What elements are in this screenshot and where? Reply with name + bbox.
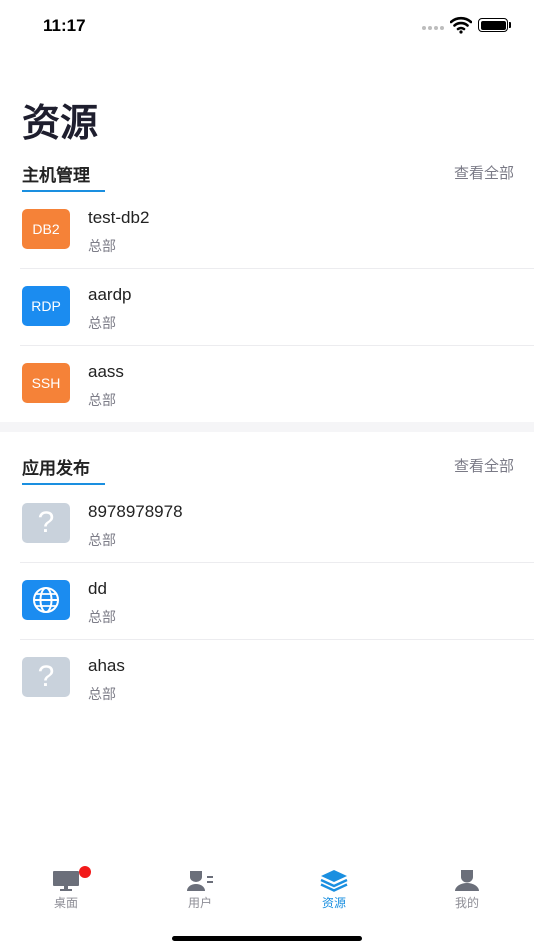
globe-icon (22, 580, 70, 620)
apps-list: ? 8978978978 总部 dd 总部 ? ahas 总部 (0, 486, 534, 716)
apps-section-header: 应用发布 查看全部 (0, 454, 534, 490)
rdp-icon: RDP (22, 286, 70, 326)
list-item[interactable]: dd 总部 (20, 563, 534, 640)
section-divider (0, 422, 534, 432)
item-subtitle: 总部 (88, 533, 116, 549)
item-name: aass (88, 362, 124, 381)
tab-mine[interactable]: 我的 (432, 862, 502, 911)
tab-bar: 桌面 用户 资源 我的 (0, 862, 534, 922)
list-item[interactable]: RDP aardp 总部 (20, 269, 534, 346)
hosts-view-all-link[interactable]: 查看全部 (454, 162, 514, 183)
tab-desktop[interactable]: 桌面 (31, 862, 101, 911)
tab-label: 用户 (187, 896, 212, 910)
wifi-icon (450, 16, 472, 34)
list-item[interactable]: ? 8978978978 总部 (20, 486, 534, 563)
tab-label: 资源 (321, 896, 346, 910)
item-subtitle: 总部 (88, 393, 116, 409)
item-name: 8978978978 (88, 502, 183, 521)
monitor-icon (53, 871, 79, 891)
cellular-signal-icon (422, 26, 444, 30)
item-subtitle: 总部 (88, 239, 116, 255)
question-icon: ? (22, 657, 70, 697)
apps-section-title: 应用发布 (22, 459, 90, 479)
list-item[interactable]: DB2 test-db2 总部 (20, 192, 534, 269)
item-name: ahas (88, 656, 125, 675)
question-icon: ? (22, 503, 70, 543)
tab-label: 桌面 (53, 896, 78, 910)
status-time: 11:17 (43, 16, 86, 35)
layers-icon (320, 870, 348, 892)
page-title: 资源 (22, 101, 99, 145)
item-name: dd (88, 579, 107, 598)
tab-resources[interactable]: 资源 (299, 862, 369, 911)
list-item[interactable]: ? ahas 总部 (20, 640, 534, 716)
status-bar: 11:17 (0, 0, 534, 52)
home-indicator[interactable] (172, 936, 362, 941)
ssh-icon: SSH (22, 363, 70, 403)
item-subtitle: 总部 (88, 687, 116, 703)
item-subtitle: 总部 (88, 316, 116, 332)
list-item[interactable]: SSH aass 总部 (20, 346, 534, 422)
tab-users[interactable]: 用户 (165, 862, 235, 911)
db2-icon: DB2 (22, 209, 70, 249)
apps-view-all-link[interactable]: 查看全部 (454, 455, 514, 476)
item-name: aardp (88, 285, 132, 304)
battery-icon (478, 18, 508, 32)
hosts-list: DB2 test-db2 总部 RDP aardp 总部 SSH aass 总部 (0, 192, 534, 422)
notification-badge (79, 866, 91, 878)
section-underline (22, 483, 105, 485)
person-icon (455, 870, 479, 891)
tab-label: 我的 (454, 896, 479, 910)
hosts-section-title: 主机管理 (22, 166, 90, 186)
item-subtitle: 总部 (88, 610, 116, 626)
item-name: test-db2 (88, 208, 150, 227)
user-list-icon (187, 871, 213, 891)
